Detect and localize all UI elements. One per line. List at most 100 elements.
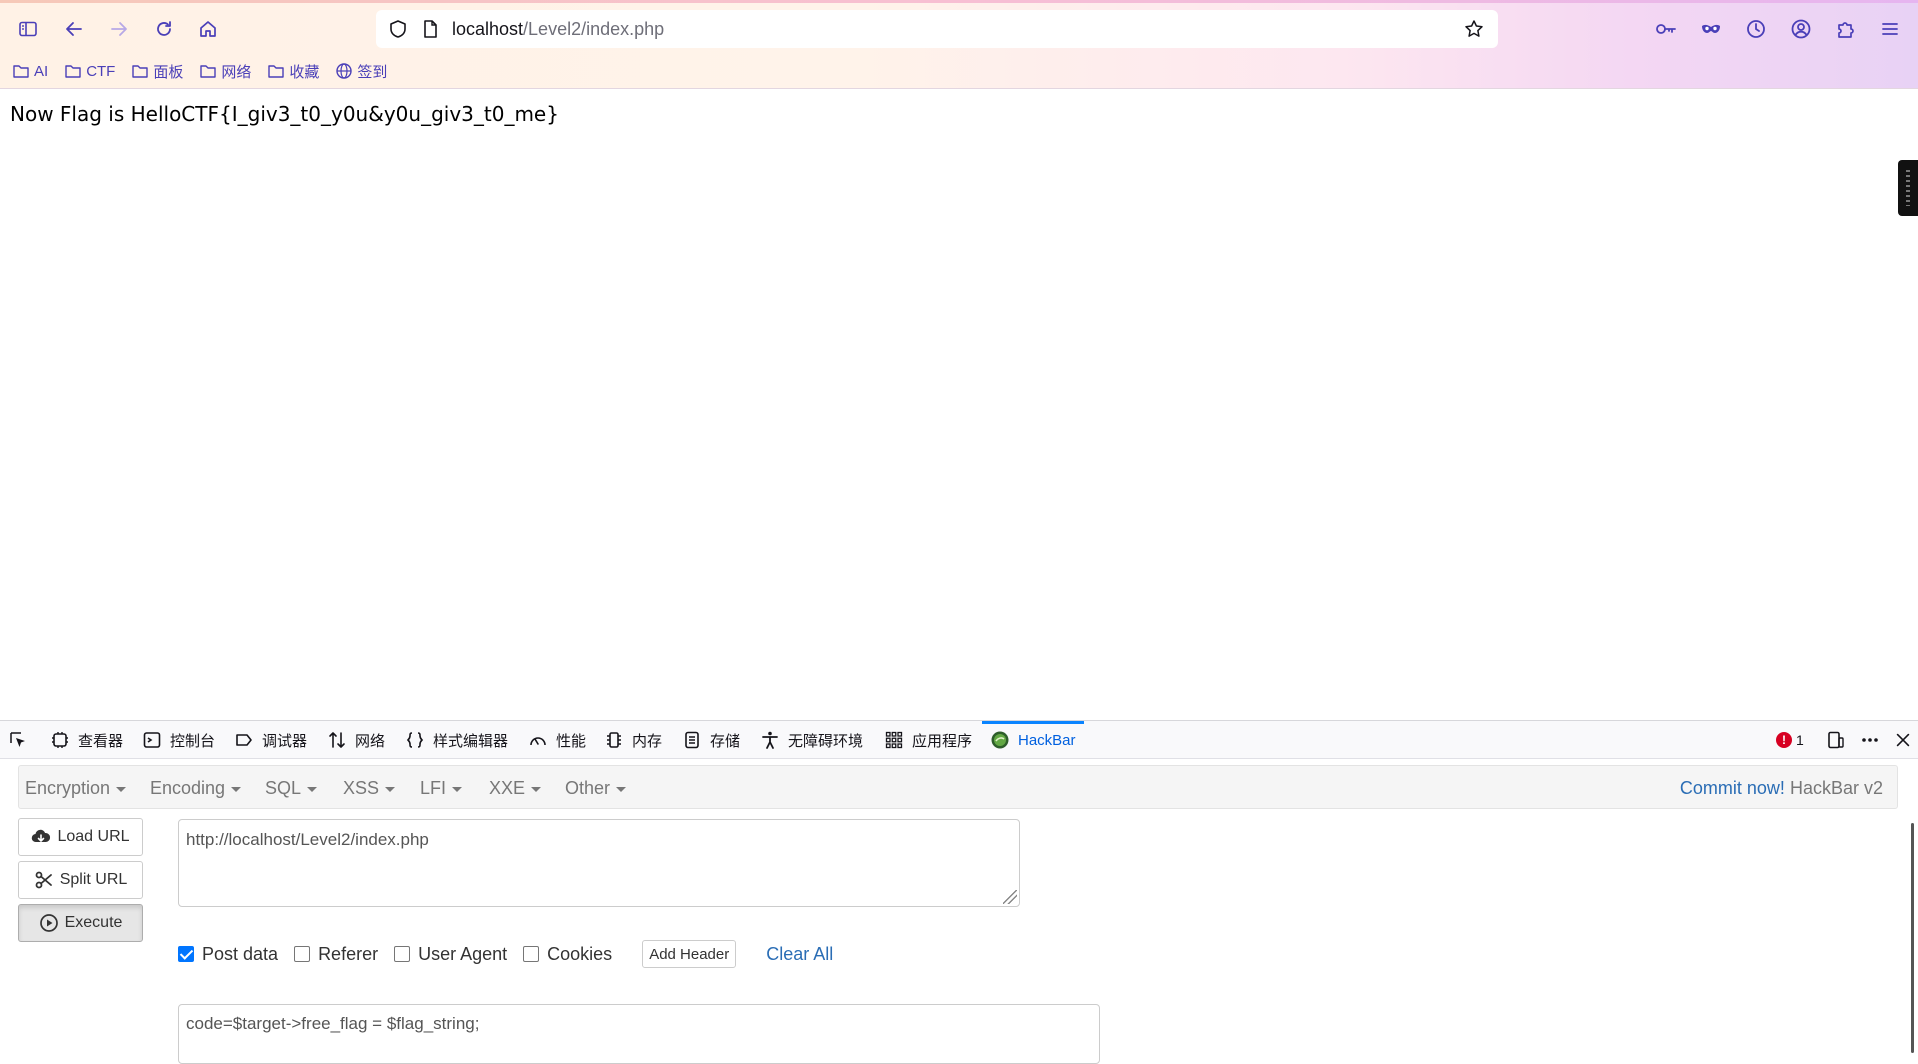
resize-handle[interactable] xyxy=(1003,890,1017,904)
history-button[interactable] xyxy=(1742,15,1770,43)
url-textarea[interactable]: http://localhost/Level2/index.php xyxy=(178,819,1020,907)
home-button[interactable] xyxy=(192,13,224,45)
split-url-button[interactable]: Split URL xyxy=(18,861,143,899)
tab-label: 无障碍环境 xyxy=(788,732,864,750)
sidebar-toggle-button[interactable] xyxy=(12,13,44,45)
close-icon xyxy=(1896,733,1910,747)
post-data-checkbox[interactable] xyxy=(178,946,194,962)
folder-icon xyxy=(200,65,217,78)
option-user-agent[interactable]: User Agent xyxy=(394,944,507,965)
tab-label: 性能 xyxy=(556,732,587,750)
bookmark-folder-network[interactable]: 网络 xyxy=(199,60,251,82)
tab-storage[interactable]: 存储 xyxy=(682,721,740,759)
reload-button[interactable] xyxy=(148,13,180,45)
side-panel-handle[interactable] xyxy=(1898,160,1918,216)
hackbar-logo-icon xyxy=(991,731,1009,749)
bookmark-label: 收藏 xyxy=(289,63,320,81)
url-text: localhost/Level2/index.php xyxy=(452,19,664,40)
devtools-close-button[interactable] xyxy=(1894,721,1912,759)
option-label: User Agent xyxy=(418,943,508,964)
bookmark-label: 面板 xyxy=(153,63,184,81)
key-icon xyxy=(1656,24,1676,34)
puzzle-icon xyxy=(1838,22,1854,38)
menu-sql[interactable]: SQL xyxy=(265,778,318,799)
tab-label: 样式编辑器 xyxy=(433,732,509,750)
bookmark-label: 签到 xyxy=(357,63,388,81)
url-host: localhost xyxy=(452,19,524,39)
tab-style-editor[interactable]: 样式编辑器 xyxy=(405,721,508,759)
url-bar[interactable]: localhost/Level2/index.php xyxy=(376,10,1498,48)
cloud-download-icon xyxy=(32,829,51,843)
storage-icon xyxy=(685,731,699,749)
post-data-textarea[interactable]: code=$target->free_flag = $flag_string; xyxy=(178,1004,1100,1064)
browser-toolbar: localhost/Level2/index.php AI CTF 面板 网络 … xyxy=(0,0,1918,89)
error-count: 1 xyxy=(1796,732,1804,748)
hackbar-scrollbar[interactable] xyxy=(1904,769,1918,1054)
inspector-icon xyxy=(52,732,68,748)
option-post-data[interactable]: Post data xyxy=(178,944,278,965)
back-button[interactable] xyxy=(58,13,90,45)
bookmark-checkin[interactable]: 签到 xyxy=(335,60,387,82)
devtools-tabbar: 查看器 控制台 调试器 网络 样式编辑器 性能 内存 存储 无障碍环境 应用程序… xyxy=(0,721,1918,759)
tab-debugger[interactable]: 调试器 xyxy=(234,721,307,759)
menu-label: XSS xyxy=(343,778,380,798)
menu-encoding[interactable]: Encoding xyxy=(150,778,242,799)
user-agent-checkbox[interactable] xyxy=(394,946,411,962)
option-cookies[interactable]: Cookies xyxy=(523,944,612,965)
tab-console[interactable]: 控制台 xyxy=(142,721,215,759)
menu-xxe[interactable]: XXE xyxy=(489,778,542,799)
execute-button[interactable]: Execute xyxy=(18,904,143,942)
bookmark-folder-favorites[interactable]: 收藏 xyxy=(267,60,319,82)
caret-down-icon xyxy=(116,787,127,792)
password-button[interactable] xyxy=(1652,15,1680,43)
option-referer[interactable]: Referer xyxy=(294,944,378,965)
load-url-button[interactable]: Load URL xyxy=(18,818,143,856)
tab-hackbar[interactable]: HackBar xyxy=(982,721,1084,759)
responsive-design-button[interactable] xyxy=(1826,721,1846,759)
menu-lfi[interactable]: LFI xyxy=(420,778,463,799)
hamburger-icon xyxy=(1882,23,1898,35)
menu-other[interactable]: Other xyxy=(565,778,627,799)
menu-encryption[interactable]: Encryption xyxy=(25,778,127,799)
bookmark-label: AI xyxy=(34,62,49,80)
play-circle-icon xyxy=(39,914,58,932)
tab-label: 查看器 xyxy=(78,732,124,750)
extensions-button[interactable] xyxy=(1832,15,1860,43)
error-icon: ! xyxy=(1776,732,1792,748)
tab-inspector[interactable]: 查看器 xyxy=(50,721,123,759)
account-button[interactable] xyxy=(1787,15,1815,43)
arrow-right-icon xyxy=(111,22,127,36)
devtools-panel: 查看器 控制台 调试器 网络 样式编辑器 性能 内存 存储 无障碍环境 应用程序… xyxy=(0,720,1918,1064)
page-icon xyxy=(424,20,437,38)
private-mask-button[interactable] xyxy=(1697,15,1725,43)
tab-network[interactable]: 网络 xyxy=(327,721,385,759)
menu-xss[interactable]: XSS xyxy=(343,778,396,799)
tab-memory[interactable]: 内存 xyxy=(604,721,662,759)
globe-icon xyxy=(336,63,353,79)
commit-now-link[interactable]: Commit now! xyxy=(1680,778,1785,798)
error-badge: ! 1 xyxy=(1776,732,1804,748)
element-picker-button[interactable] xyxy=(8,721,28,759)
url-textarea-value: http://localhost/Level2/index.php xyxy=(186,830,429,849)
referer-checkbox[interactable] xyxy=(294,946,311,962)
flag-text: Now Flag is HelloCTF{I_giv3_t0_y0u&y0u_g… xyxy=(10,102,559,126)
menu-button[interactable] xyxy=(1876,15,1904,43)
devtools-options-button[interactable] xyxy=(1860,721,1880,759)
tab-performance[interactable]: 性能 xyxy=(528,721,586,759)
add-header-button[interactable]: Add Header xyxy=(642,940,737,968)
bookmark-folder-ai[interactable]: AI xyxy=(12,60,48,82)
tab-accessibility[interactable]: 无障碍环境 xyxy=(760,721,863,759)
star-icon[interactable] xyxy=(1464,19,1484,39)
clear-all-link[interactable]: Clear All xyxy=(766,944,833,965)
version-label: HackBar v2 xyxy=(1789,778,1883,798)
forward-button[interactable] xyxy=(103,13,135,45)
bookmark-folder-ctf[interactable]: CTF xyxy=(64,60,115,82)
shield-icon[interactable] xyxy=(388,19,408,39)
caret-down-icon xyxy=(307,787,318,792)
cookies-checkbox[interactable] xyxy=(523,946,540,962)
error-counter[interactable]: ! 1 xyxy=(1776,721,1804,759)
tab-application[interactable]: 应用程序 xyxy=(884,721,972,759)
bookmark-folder-panel[interactable]: 面板 xyxy=(131,60,183,82)
option-label: Referer xyxy=(318,943,379,964)
scrollbar-thumb[interactable] xyxy=(1911,823,1914,1053)
